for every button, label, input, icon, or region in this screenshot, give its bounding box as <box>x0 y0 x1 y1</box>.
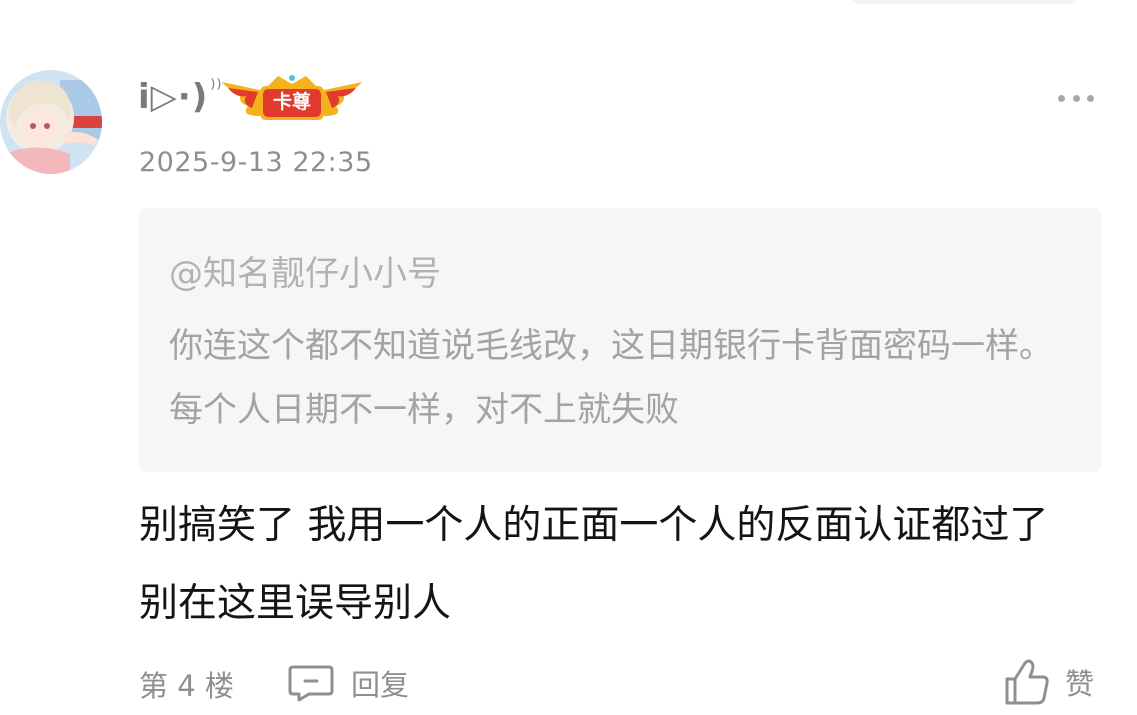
avatar-image <box>0 70 102 174</box>
thumbs-up-icon <box>1005 659 1049 705</box>
like-label: 赞 <box>1065 667 1095 701</box>
comment-bubble-icon <box>288 665 334 702</box>
quoted-text: 你连这个都不知道说毛线改，这日期银行卡背面密码一样。每个人日期不一样，对不上就失… <box>169 326 1053 430</box>
more-dot <box>1072 94 1080 102</box>
floor-number: 第 4 楼 <box>139 669 234 703</box>
username-text: i▷·))) <box>138 77 222 117</box>
top-partial-element <box>850 0 1078 4</box>
more-options-button[interactable] <box>1058 86 1094 110</box>
comment-timestamp: 2025-9-13 22:35 <box>139 147 373 178</box>
quoted-comment[interactable]: @知名靓仔小小号 你连这个都不知道说毛线改，这日期银行卡背面密码一样。每个人日期… <box>139 208 1102 472</box>
reply-label: 回复 <box>351 668 410 702</box>
more-dot <box>1087 94 1094 102</box>
comment-text: 别搞笑了 我用一个人的正面一个人的反面认证都过了 别在这里误导别人 <box>139 503 1049 626</box>
username[interactable]: i▷·))) <box>138 72 222 122</box>
more-dots-icon <box>1058 94 1065 102</box>
username-main: i▷·) <box>138 77 209 117</box>
reply-button[interactable]: 回复 <box>287 660 409 706</box>
avatar[interactable] <box>0 70 102 174</box>
badge-label: 卡尊 <box>272 91 311 113</box>
like-button[interactable]: 赞 <box>1003 654 1094 710</box>
vip-badge[interactable]: 卡尊 <box>218 72 366 124</box>
quoted-author[interactable]: @知名靓仔小小号 <box>169 246 441 295</box>
